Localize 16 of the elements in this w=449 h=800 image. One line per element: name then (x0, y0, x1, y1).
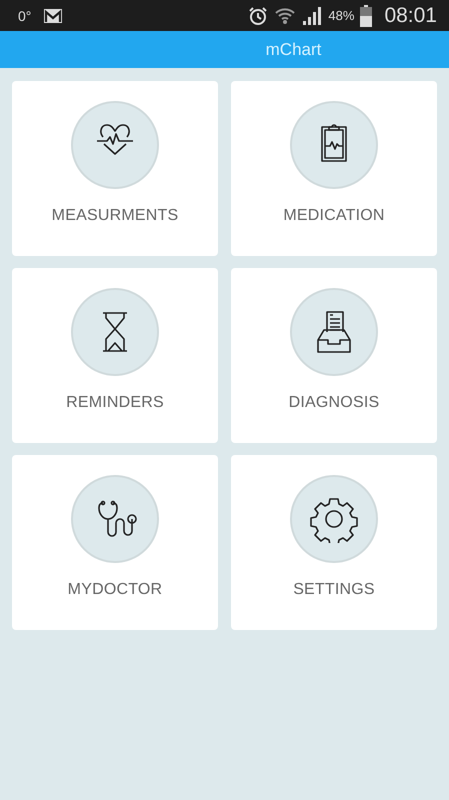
menu-tile[interactable]: MEDICATION (231, 81, 437, 256)
menu-tile[interactable]: SETTINGS (231, 455, 437, 630)
menu-tile[interactable]: MYDOCTOR (12, 455, 218, 630)
menu-tile[interactable]: MEASURMENTS (12, 81, 218, 256)
clock-time: 08:01 (384, 4, 437, 28)
battery-percent: 48% (328, 8, 354, 23)
app-title: mChart (266, 40, 322, 60)
mail-icon (43, 8, 64, 24)
menu-tile[interactable]: DIAGNOSIS (231, 268, 437, 443)
temperature-text: 0° (18, 8, 32, 24)
battery-icon (360, 4, 372, 26)
settings-icon (310, 495, 358, 543)
signal-icon (302, 6, 322, 24)
menu-tile[interactable]: REMINDERS (12, 268, 218, 443)
alarm-clock-icon (248, 6, 268, 26)
wifi-icon (274, 6, 296, 26)
